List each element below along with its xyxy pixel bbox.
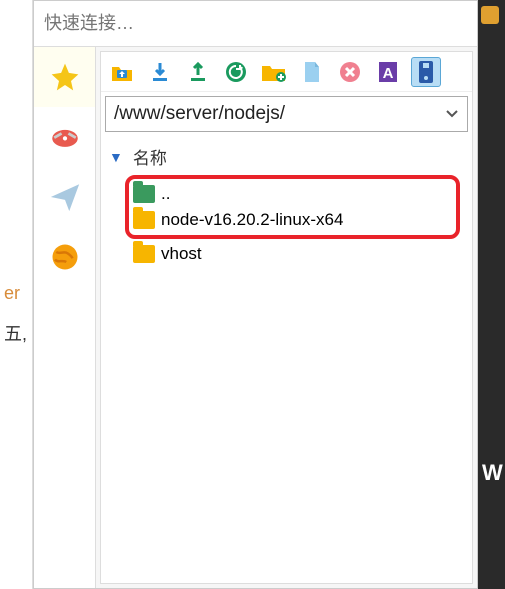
badge-icon bbox=[481, 6, 499, 24]
disk-icon bbox=[418, 60, 434, 84]
file-name: .. bbox=[161, 184, 170, 204]
properties-button[interactable] bbox=[411, 57, 441, 87]
path-bar[interactable]: /www/server/nodejs/ bbox=[105, 96, 468, 132]
new-file-button[interactable] bbox=[297, 57, 327, 87]
list-item[interactable]: node-v16.20.2-linux-x64 bbox=[133, 207, 452, 233]
right-dark-panel: W bbox=[478, 0, 505, 589]
parent-folder-row[interactable]: .. bbox=[133, 181, 452, 207]
delete-button[interactable] bbox=[335, 57, 365, 87]
star-icon bbox=[49, 61, 81, 93]
folder-up-icon bbox=[110, 61, 134, 83]
refresh-button[interactable] bbox=[221, 57, 251, 87]
text-a-icon: A bbox=[378, 61, 398, 83]
file-browser-panel: A /www/server/nodejs/ ▼ 名称 bbox=[100, 51, 473, 584]
rename-button[interactable]: A bbox=[373, 57, 403, 87]
download-icon bbox=[150, 61, 170, 83]
globe-icon bbox=[50, 242, 80, 272]
list-item[interactable]: vhost bbox=[125, 241, 464, 267]
column-name-header: 名称 bbox=[129, 144, 167, 169]
left-margin-text: er 五, bbox=[0, 0, 33, 589]
upload-button[interactable] bbox=[183, 57, 213, 87]
svg-text:A: A bbox=[383, 65, 394, 82]
folder-plus-icon bbox=[261, 61, 287, 83]
tab-favorites[interactable] bbox=[34, 47, 95, 107]
current-path: /www/server/nodejs/ bbox=[114, 103, 285, 125]
up-folder-button[interactable] bbox=[107, 57, 137, 87]
swiss-knife-icon bbox=[48, 120, 82, 154]
side-tabs bbox=[34, 47, 96, 588]
file-toolbar: A bbox=[101, 52, 472, 92]
tab-network[interactable] bbox=[34, 227, 95, 287]
new-folder-button[interactable] bbox=[259, 57, 289, 87]
file-name: vhost bbox=[161, 244, 202, 264]
chevron-down-icon[interactable] bbox=[445, 109, 459, 119]
w-label: W bbox=[482, 460, 503, 486]
folder-icon bbox=[133, 245, 155, 263]
folder-icon bbox=[133, 185, 155, 203]
paper-plane-icon bbox=[48, 180, 82, 214]
file-name: node-v16.20.2-linux-x64 bbox=[161, 210, 343, 230]
highlight-annotation: .. node-v16.20.2-linux-x64 bbox=[125, 175, 460, 239]
tab-tools[interactable] bbox=[34, 107, 95, 167]
folder-icon bbox=[133, 211, 155, 229]
download-button[interactable] bbox=[145, 57, 175, 87]
collapse-icon[interactable]: ▼ bbox=[109, 149, 123, 165]
quick-connect-input[interactable] bbox=[44, 13, 467, 34]
close-icon bbox=[338, 60, 362, 84]
file-icon bbox=[303, 61, 321, 83]
tab-send[interactable] bbox=[34, 167, 95, 227]
upload-icon bbox=[188, 61, 208, 83]
quick-connect-bar bbox=[34, 1, 477, 47]
file-list: ▼ 名称 .. node-v16.20.2-linux-x64 bbox=[101, 136, 472, 583]
refresh-icon bbox=[224, 60, 248, 84]
main-panel: A /www/server/nodejs/ ▼ 名称 bbox=[33, 0, 478, 589]
column-header-row[interactable]: ▼ 名称 bbox=[109, 140, 464, 173]
